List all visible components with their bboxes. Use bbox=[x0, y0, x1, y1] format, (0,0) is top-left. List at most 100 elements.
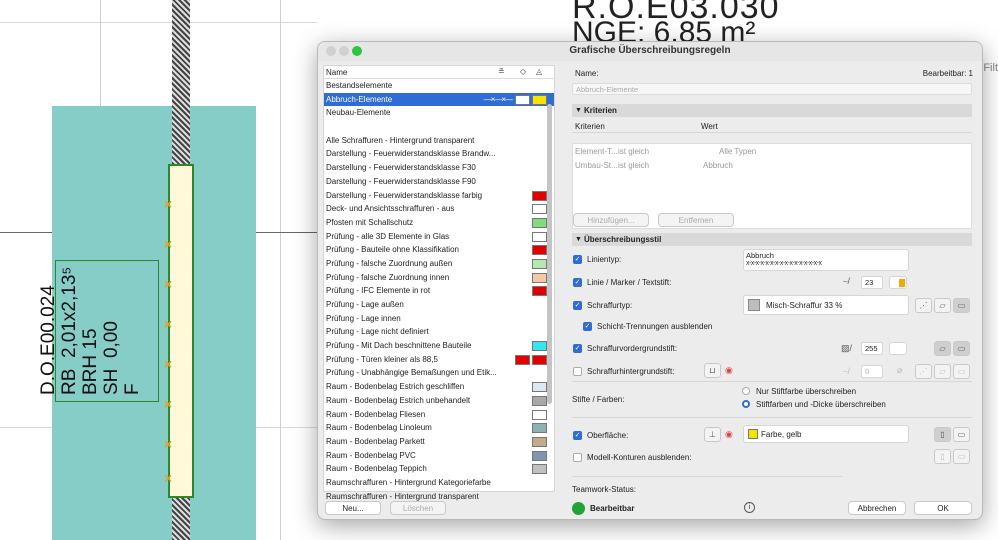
bg-pen-checkbox[interactable] bbox=[573, 367, 582, 376]
list-item[interactable]: Raumschraffuren - Hintergrund Kategorief… bbox=[324, 476, 554, 490]
linetype-value: Abbruch bbox=[746, 251, 774, 260]
list-item[interactable]: Bestandselemente bbox=[324, 79, 554, 93]
pen-color-only-radio[interactable] bbox=[742, 387, 750, 395]
surface-select[interactable]: Farbe, gelb bbox=[743, 425, 909, 443]
list-item-label: Prüfung - falsche Zuordnung außen bbox=[326, 258, 453, 268]
pen-checkbox[interactable]: ✓ bbox=[573, 278, 582, 287]
rule-detail-panel: Name: Bearbeitbar: 1 Abbruch-Elemente ▼ K… bbox=[561, 65, 979, 517]
criteria-cell: Umbau-St... bbox=[575, 161, 618, 170]
list-item[interactable]: Darstellung - Feuerwiderstandsklasse far… bbox=[324, 189, 554, 203]
disclosure-triangle-icon: ▼ bbox=[575, 107, 582, 114]
hatch-plan-icon[interactable]: ⋰ bbox=[915, 298, 932, 313]
divider bbox=[572, 417, 972, 418]
list-item[interactable]: Raum - Bodenbelag Estrich unbehandelt bbox=[324, 394, 554, 408]
model-3d-icon[interactable]: ▭ bbox=[953, 449, 970, 464]
color-swatch bbox=[532, 354, 547, 365]
list-item[interactable]: Prüfung - Lage außen bbox=[324, 298, 554, 312]
empty-icon: ⌀ bbox=[897, 365, 903, 375]
list-item-label: Raum - Bodenbelag Parkett bbox=[326, 436, 425, 446]
fg-pen-number-input[interactable]: 255 bbox=[861, 342, 883, 355]
list-item[interactable]: Prüfung - falsche Zuordnung außen bbox=[324, 257, 554, 271]
list-item[interactable]: Darstellung - Feuerwiderstandsklasse F90 bbox=[324, 175, 554, 189]
color-swatch bbox=[532, 217, 547, 228]
surface-plan-icon[interactable]: ▯ bbox=[934, 427, 951, 442]
bg-hatch-plan-icon[interactable]: ⋰ bbox=[915, 364, 932, 379]
line-sample: —×—×— bbox=[483, 94, 513, 104]
list-item[interactable]: Darstellung - Feuerwiderstandsklasse F30 bbox=[324, 161, 554, 175]
list-item[interactable]: Prüfung - Türen kleiner als 88,5 bbox=[324, 353, 554, 367]
model-contours-checkbox[interactable] bbox=[573, 453, 582, 462]
wall-top bbox=[172, 0, 190, 164]
hatch-3d-icon[interactable]: ▭ bbox=[953, 298, 970, 313]
model-plan-icon[interactable]: ▯ bbox=[934, 449, 951, 464]
color-swatch bbox=[532, 272, 547, 283]
list-item[interactable]: Prüfung - Mit Dach beschnittene Bauteile bbox=[324, 339, 554, 353]
list-item[interactable]: Prüfung - falsche Zuordnung innen bbox=[324, 271, 554, 285]
criteria-cell: ist gleich bbox=[618, 161, 650, 170]
list-item[interactable]: Raum - Bodenbelag Fliesen bbox=[324, 408, 554, 422]
list-item-selected[interactable]: Abbruch-Elemente —×—×— bbox=[324, 92, 554, 107]
list-item[interactable]: Raum - Bodenbelag PVC bbox=[324, 449, 554, 463]
pen-color-button[interactable] bbox=[889, 276, 907, 289]
hatch-section-icon[interactable]: ▱ bbox=[934, 298, 951, 313]
list-scrollbar[interactable] bbox=[547, 104, 552, 404]
pen-color-weight-radio[interactable] bbox=[742, 400, 750, 408]
color-swatch bbox=[532, 286, 547, 297]
color-swatch bbox=[532, 436, 547, 447]
bg-hatch-3d-icon[interactable]: ▭ bbox=[953, 364, 970, 379]
hatch-checkbox[interactable]: ✓ bbox=[573, 301, 582, 310]
ok-button[interactable]: OK bbox=[914, 501, 972, 515]
surface-3d-icon[interactable]: ▭ bbox=[953, 427, 970, 442]
fg-pen-checkbox[interactable]: ✓ bbox=[573, 344, 582, 353]
pen-number-input[interactable]: 23 bbox=[861, 276, 883, 289]
list-item[interactable]: Prüfung - Bauteile ohne Klassifikation bbox=[324, 243, 554, 257]
list-item[interactable]: Prüfung - Unabhängige Bemaßungen und Eti… bbox=[324, 366, 554, 380]
add-criteria-button[interactable]: Hinzufügen... bbox=[573, 213, 649, 227]
surface-mode-icon[interactable]: ⊥ bbox=[704, 427, 721, 442]
list-item-label: Prüfung - falsche Zuordnung innen bbox=[326, 272, 450, 282]
list-item[interactable]: Alle Schraffuren - Hintergrund transpare… bbox=[324, 134, 554, 148]
list-item[interactable]: Prüfung - IFC Elemente in rot bbox=[324, 284, 554, 298]
bg-pen-mode-icon[interactable]: ⊔ bbox=[704, 363, 721, 378]
fg-pen-color-button[interactable] bbox=[889, 342, 907, 355]
list-item[interactable]: Pfosten mit Schallschutz bbox=[324, 216, 554, 230]
list-item[interactable]: Darstellung - Feuerwiderstandsklasse Bra… bbox=[324, 147, 554, 161]
cancel-button[interactable]: Abbrechen bbox=[848, 501, 906, 515]
bg-hatch-section-icon[interactable]: ▱ bbox=[934, 364, 951, 379]
list-item-label: Raum - Bodenbelag Linoleum bbox=[326, 423, 432, 433]
info-icon[interactable]: i bbox=[744, 502, 755, 513]
bg-pen-number-input[interactable]: 0 bbox=[861, 365, 883, 378]
hatch-swatch bbox=[748, 299, 760, 311]
name-field[interactable]: Abbruch-Elemente bbox=[572, 83, 972, 95]
delete-button[interactable]: Löschen bbox=[390, 501, 446, 515]
list-item[interactable]: Neubau-Elemente bbox=[324, 106, 554, 120]
override-style-section[interactable]: ▼ Überschreibungsstil bbox=[572, 233, 972, 246]
surface-checkbox[interactable]: ✓ bbox=[573, 431, 582, 440]
list-item[interactable]: Prüfung - alle 3D Elemente in Glas bbox=[324, 230, 554, 244]
list-item[interactable]: Raum - Bodenbelag Linoleum bbox=[324, 421, 554, 435]
value-col-header: Wert bbox=[701, 122, 718, 131]
remove-criteria-button[interactable]: Entfernen bbox=[658, 213, 734, 227]
list-item[interactable]: Raum - Bodenbelag Estrich geschliffen bbox=[324, 380, 554, 394]
linetype-select[interactable]: Abbruch x-x-x-x-x-x-x-x-x-x-x-x-x-x-x-x bbox=[743, 249, 909, 271]
hatch-select[interactable]: Misch-Schraffur 33 % bbox=[743, 295, 909, 315]
new-button[interactable]: Neu... bbox=[325, 501, 381, 515]
list-item-label: Raum - Bodenbelag PVC bbox=[326, 450, 416, 460]
fg-pen-3d-icon[interactable]: ▭ bbox=[953, 341, 970, 356]
criteria-section[interactable]: ▼ Kriterien bbox=[572, 104, 972, 117]
list-item[interactable]: Prüfung - Lage innen bbox=[324, 312, 554, 326]
color-swatch bbox=[532, 450, 547, 461]
list-item[interactable]: Deck- und Ansichtsschraffuren - aus bbox=[324, 202, 554, 216]
fg-pen-section-icon[interactable]: ▱ bbox=[934, 341, 951, 356]
hide-layer-lines-checkbox[interactable]: ✓ bbox=[583, 322, 592, 331]
list-item-label: Raum - Bodenbelag Estrich geschliffen bbox=[326, 382, 465, 392]
list-item[interactable]: Raum - Bodenbelag Teppich bbox=[324, 462, 554, 476]
fg-pen-label: Schraffurvordergrundstift: bbox=[587, 344, 678, 353]
list-item[interactable]: Raum - Bodenbelag Parkett bbox=[324, 435, 554, 449]
linetype-sample: x-x-x-x-x-x-x-x-x-x-x-x-x-x-x-x bbox=[746, 260, 822, 267]
list-item[interactable]: Prüfung - Lage nicht definiert bbox=[324, 325, 554, 339]
linetype-checkbox[interactable]: ✓ bbox=[573, 255, 582, 264]
linetype-label: Linientyp: bbox=[587, 255, 622, 264]
rules-list[interactable]: Name ≞ ◇ ◬ Bestandselemente Abbruch-Elem… bbox=[323, 65, 555, 501]
